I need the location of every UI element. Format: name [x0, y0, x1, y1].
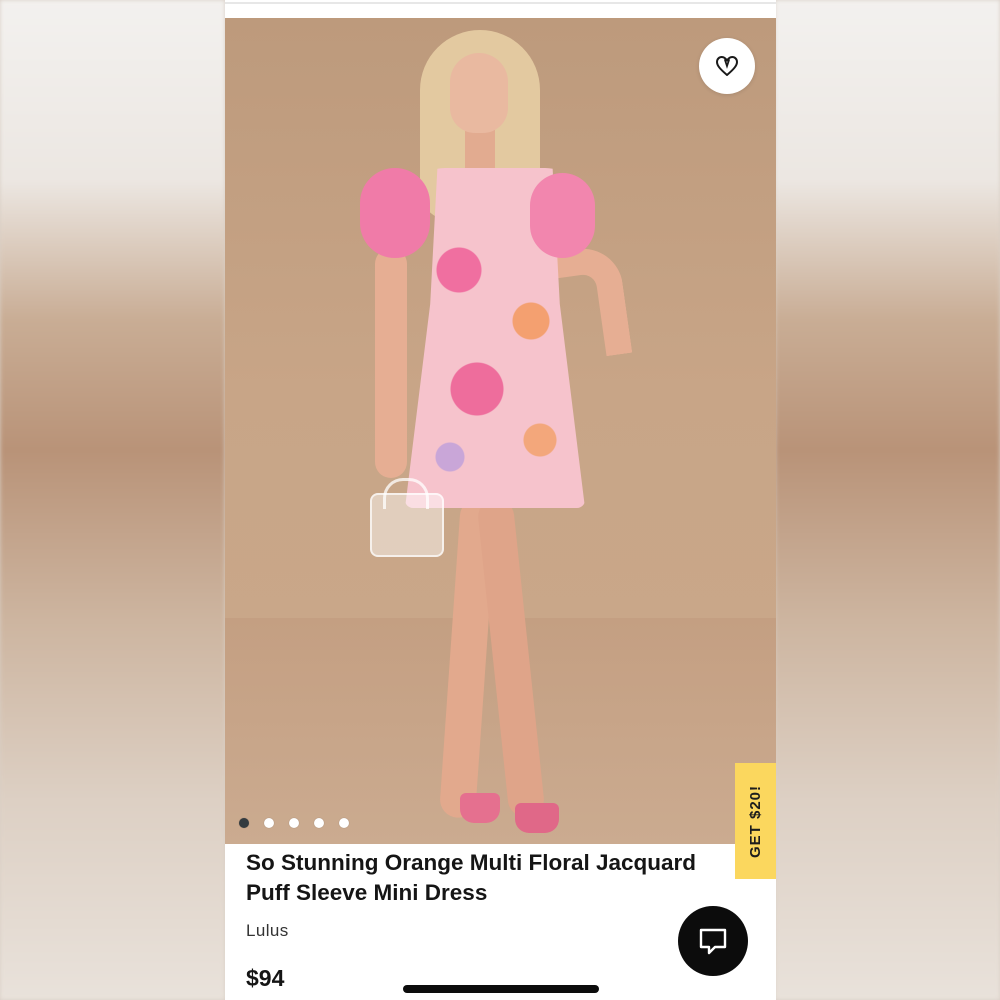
product-price: $94 — [246, 965, 285, 991]
heart-icon — [716, 56, 738, 76]
chat-button[interactable] — [678, 906, 748, 976]
pink-pump — [460, 793, 500, 823]
carousel-indicator[interactable] — [239, 818, 349, 828]
top-bar — [225, 0, 776, 18]
phone-screen: GET $20! So Stunning Orange Multi Floral… — [225, 0, 776, 1000]
carousel-dot-1[interactable] — [239, 818, 249, 828]
carousel-dot-2[interactable] — [264, 818, 274, 828]
product-photo[interactable] — [225, 18, 776, 844]
carousel-dot-5[interactable] — [339, 818, 349, 828]
home-indicator[interactable] — [403, 985, 599, 993]
carousel-dot-4[interactable] — [314, 818, 324, 828]
promo-label: GET $20! — [747, 784, 764, 858]
product-title: So Stunning Orange Multi Floral Jacquard… — [246, 850, 697, 905]
blurred-background-left — [0, 0, 225, 1000]
blurred-background-right — [775, 0, 1000, 1000]
favorite-button[interactable] — [699, 38, 755, 94]
clear-handbag — [370, 493, 444, 557]
puff-sleeve — [530, 173, 595, 258]
pink-pump — [515, 803, 559, 833]
carousel-dot-3[interactable] — [289, 818, 299, 828]
puff-sleeve — [360, 168, 430, 258]
get-20-promo-tab[interactable]: GET $20! — [735, 763, 776, 879]
model-face — [450, 53, 508, 133]
chat-bubble-icon — [699, 928, 727, 955]
